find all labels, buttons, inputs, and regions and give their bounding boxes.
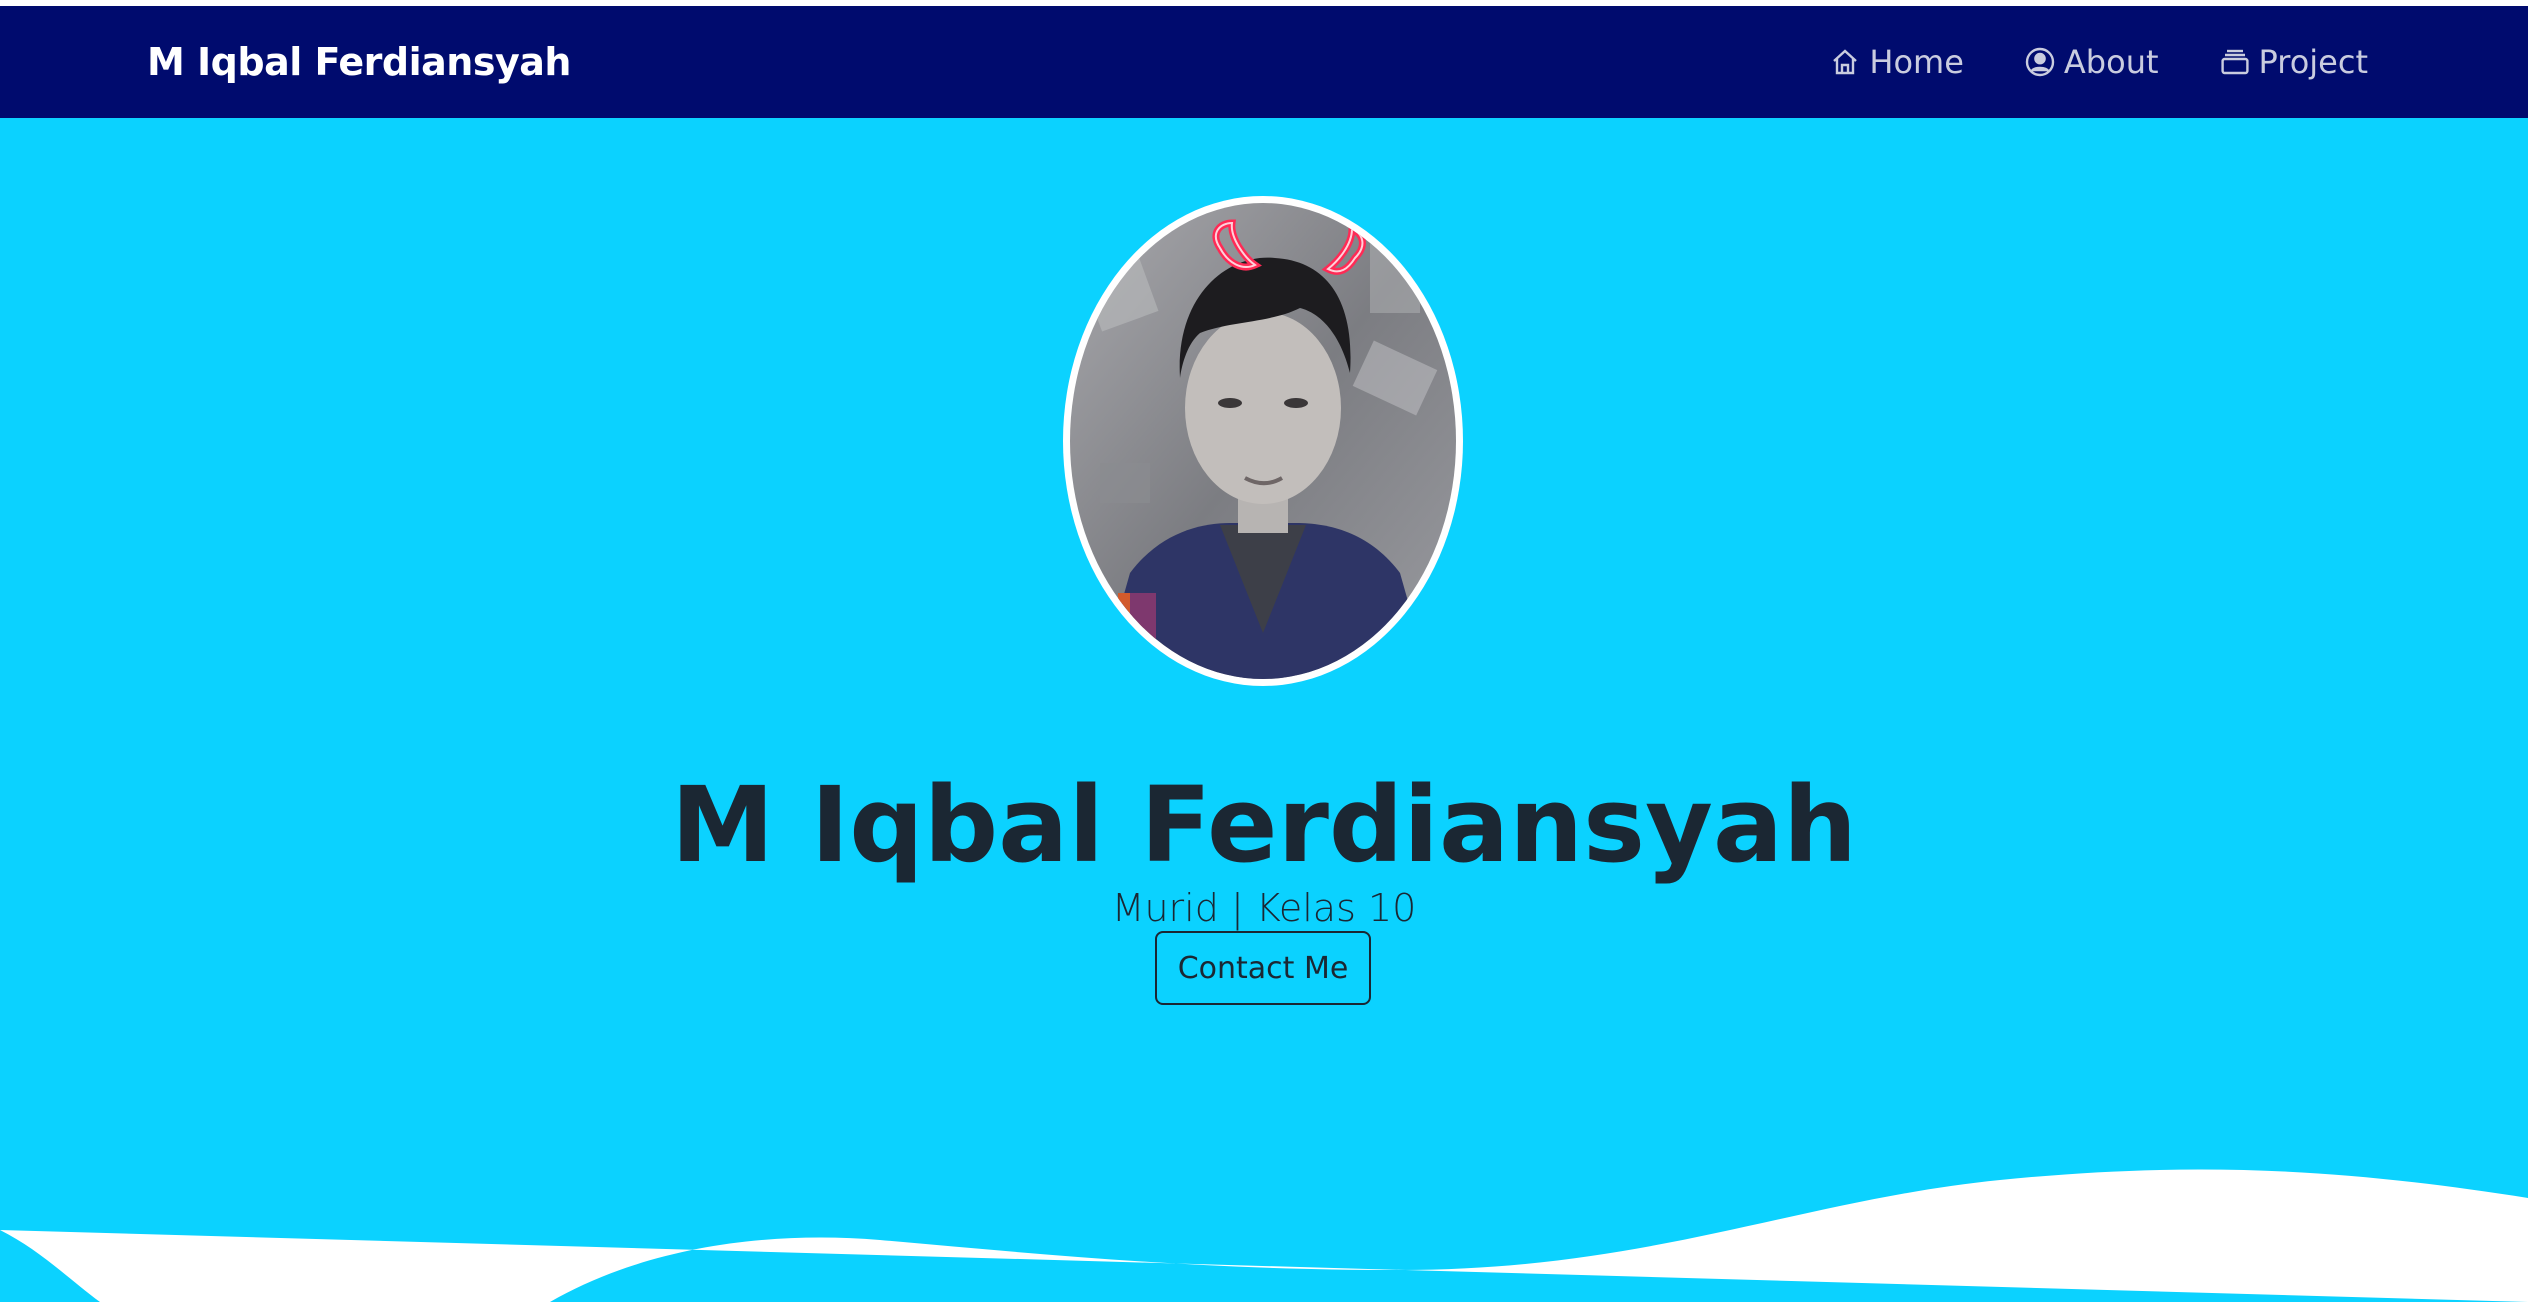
wave-divider [0, 1169, 2528, 1302]
collection-icon [2219, 46, 2251, 78]
navbar: M Iqbal Ferdiansyah Home About Project [0, 6, 2528, 118]
profile-photo [1070, 203, 1456, 679]
hero-name: M Iqbal Ferdiansyah [670, 763, 1858, 886]
page: M Iqbal Ferdiansyah Home About Project M… [0, 0, 2528, 1302]
home-icon [1829, 46, 1861, 78]
profile-avatar [1063, 196, 1463, 686]
nav-item-label: Project [2258, 43, 2368, 81]
user-circle-icon [2024, 46, 2056, 78]
nav-item-project[interactable]: Project [2219, 40, 2368, 84]
nav-item-about[interactable]: About [2024, 40, 2159, 84]
contact-me-button[interactable]: Contact Me [1155, 931, 1371, 1005]
nav-item-label: About [2063, 43, 2159, 81]
nav-menu: Home About Project [1829, 40, 2368, 84]
brand-link[interactable]: M Iqbal Ferdiansyah [147, 38, 571, 86]
nav-item-label: Home [1869, 43, 1964, 81]
hero-subtitle: Murid | Kelas 10 [1111, 886, 1417, 930]
nav-item-home[interactable]: Home [1829, 40, 1964, 84]
